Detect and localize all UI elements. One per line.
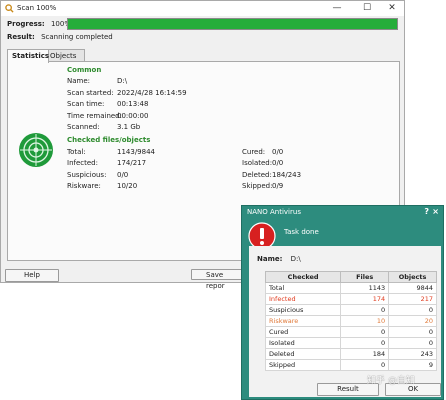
row-objects: 20 [388, 315, 437, 327]
infected-label: Infected: [67, 159, 98, 167]
col-files: Files [340, 271, 390, 283]
row-files: 0 [340, 304, 390, 316]
progress-row: Progress: 100% [7, 20, 71, 28]
row-files: 184 [340, 348, 390, 360]
result-row: Result: Scanning completed [7, 33, 113, 41]
row-files: 0 [340, 326, 390, 338]
table-row: Suspicious 0 0 [264, 304, 437, 316]
deleted-label: Deleted: [242, 171, 272, 179]
window-title: Scan 100% [17, 4, 57, 12]
isolated-label: Isolated: [242, 159, 273, 167]
row-label: Cured [264, 326, 342, 338]
name-label: Name: [67, 77, 91, 85]
row-objects: 0 [388, 337, 437, 349]
suspicious-value: 0/0 [117, 171, 129, 179]
minimize-button[interactable]: — [326, 2, 348, 15]
riskware-label: Riskware: [67, 182, 101, 190]
scan-started-value: 2022/4/28 16:14:59 [117, 89, 187, 97]
progress-label: Progress: [7, 20, 45, 28]
row-label: Isolated [264, 337, 342, 349]
save-report-button[interactable]: Save repor [191, 269, 243, 290]
row-label: Suspicious [264, 304, 342, 316]
row-label: Riskware [264, 315, 342, 327]
scan-started-label: Scan started: [67, 89, 114, 97]
checked-heading: Checked files/objects [67, 136, 151, 144]
total-label: Total: [67, 148, 86, 156]
dialog-name-value: D:\ [290, 255, 301, 263]
row-files: 0 [340, 359, 390, 371]
scan-time-value: 00:13:48 [117, 100, 149, 108]
scanned-label: Scanned: [67, 123, 100, 131]
table-row: Isolated 0 0 [264, 337, 437, 349]
radar-icon [19, 133, 53, 167]
progress-bar-fill [68, 19, 397, 29]
cured-label: Cured: [242, 148, 266, 156]
table-row: Riskware 10 20 [264, 315, 437, 327]
row-objects: 9 [388, 359, 437, 371]
table-header-row: Checked Files Objects [264, 271, 437, 283]
table-row: Deleted 184 243 [264, 348, 437, 360]
help-icon[interactable]: ? [424, 207, 429, 216]
time-remained-label: Time remained: [67, 112, 122, 120]
table-row: Infected 174 217 [264, 293, 437, 305]
total-value: 1143/9844 [117, 148, 155, 156]
row-objects: 0 [388, 304, 437, 316]
row-label: Total [264, 282, 342, 294]
row-files: 10 [340, 315, 390, 327]
scan-time-label: Scan time: [67, 100, 105, 108]
skipped-label: Skipped: [242, 182, 273, 190]
row-label: Skipped [264, 359, 342, 371]
dialog-name-label: Name: [257, 255, 283, 263]
table-row: Skipped 0 9 [264, 359, 437, 371]
col-checked: Checked [264, 271, 342, 283]
table-row: Total 1143 9844 [264, 282, 437, 294]
scanned-value: 3.1 Gb [117, 123, 141, 131]
close-button[interactable]: ✕ [381, 2, 403, 15]
row-label: Infected [264, 293, 342, 305]
result-label: Result: [7, 33, 35, 41]
row-files: 0 [340, 337, 390, 349]
row-objects: 9844 [388, 282, 437, 294]
title-bar: Scan 100% — ☐ ✕ [1, 1, 404, 16]
common-heading: Common [67, 66, 102, 74]
time-remained-value: 00:00:00 [117, 112, 149, 120]
isolated-value: 0/0 [272, 159, 284, 167]
row-files: 174 [340, 293, 390, 305]
table-row: Cured 0 0 [264, 326, 437, 338]
maximize-button[interactable]: ☐ [356, 2, 378, 15]
task-done-message: Task done [284, 228, 319, 236]
infected-value: 174/217 [117, 159, 147, 167]
row-files: 1143 [340, 282, 390, 294]
result-value: Scanning completed [41, 33, 113, 41]
skipped-value: 0/9 [272, 182, 284, 190]
watermark: 知乎 @自知 [367, 376, 415, 386]
row-objects: 0 [388, 326, 437, 338]
row-label: Deleted [264, 348, 342, 360]
results-table: Checked Files Objects Total 1143 9844 In… [264, 271, 437, 371]
progress-bar [67, 18, 398, 30]
dialog-name-row: Name: D:\ [257, 255, 301, 263]
riskware-value: 10/20 [117, 182, 138, 190]
close-icon[interactable]: × [432, 207, 439, 216]
row-objects: 217 [388, 293, 437, 305]
name-value: D:\ [117, 77, 128, 85]
cured-value: 0/0 [272, 148, 284, 156]
col-objects: Objects [388, 271, 437, 283]
deleted-value: 184/243 [272, 171, 302, 179]
nano-dialog: NANO Antivirus ? × Task done Name: D:\ C… [241, 205, 444, 400]
row-objects: 243 [388, 348, 437, 360]
dialog-title: NANO Antivirus [247, 208, 301, 216]
suspicious-label: Suspicious: [67, 171, 107, 179]
help-button[interactable]: Help [5, 269, 59, 282]
scan-app-icon [5, 4, 14, 13]
tab-statistics[interactable]: Statistics [7, 49, 49, 63]
